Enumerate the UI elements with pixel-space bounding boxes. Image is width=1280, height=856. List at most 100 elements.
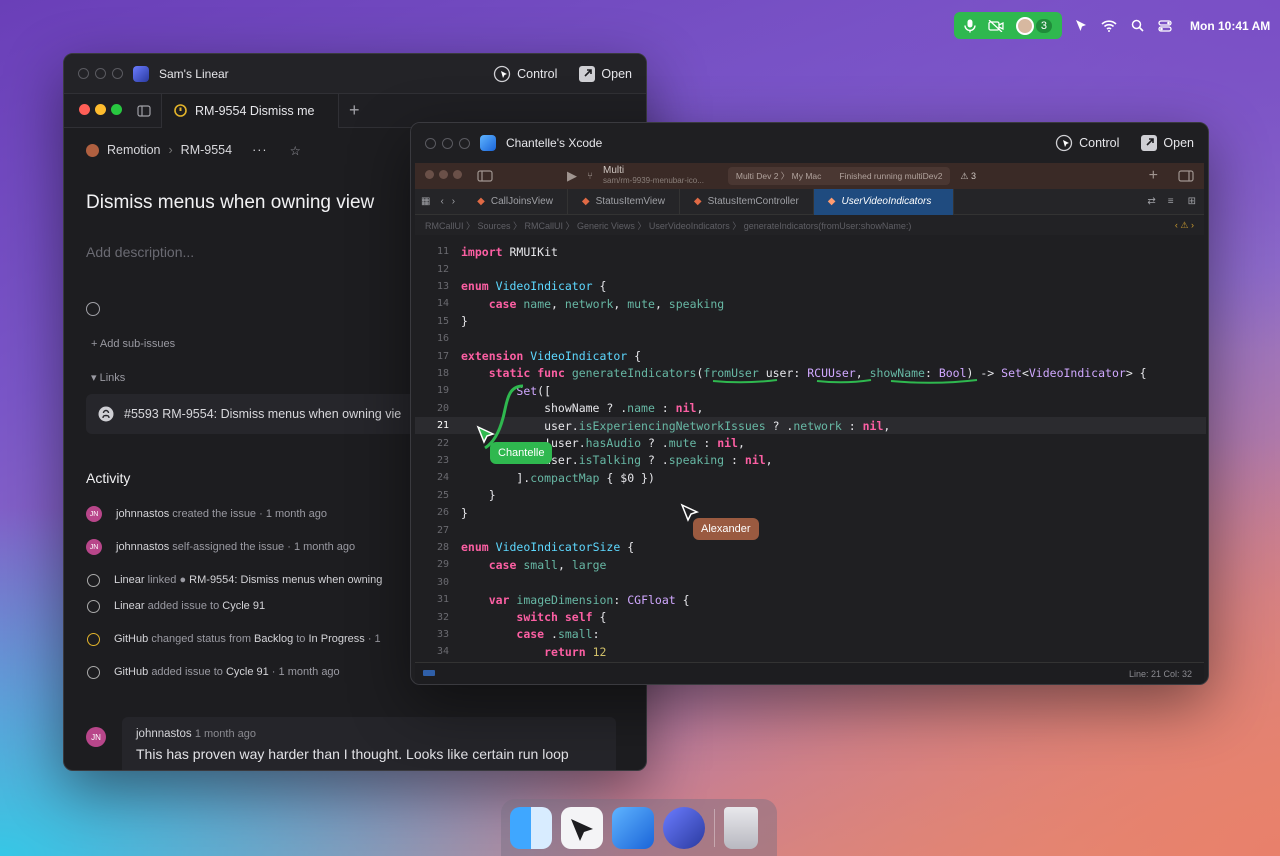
add-icon[interactable]: + xyxy=(1149,167,1158,185)
control-button[interactable]: Control xyxy=(1055,134,1119,152)
jump-bar[interactable]: RMCallUI 〉 Sources 〉 RMCallUI 〉 Generic … xyxy=(415,215,1204,235)
breadcrumb-issue[interactable]: RM-9554 xyxy=(181,143,232,157)
line-number: 27 xyxy=(436,524,449,536)
activity-actor[interactable]: johnnastos xyxy=(116,541,169,553)
traffic-lights[interactable] xyxy=(425,170,467,182)
code-line[interactable]: 31 var imageDimension: CGFloat { xyxy=(415,591,1206,608)
open-button[interactable]: Open xyxy=(1141,135,1194,151)
run-destination[interactable]: Multi Dev 2 〉 My Mac xyxy=(736,170,822,182)
code-line-current[interactable]: 21 user.isExperiencingNetworkIssues ? .n… xyxy=(415,417,1206,435)
status-to[interactable]: In Progress xyxy=(309,633,365,645)
menubar-clock[interactable]: Mon 10:41 AM xyxy=(1190,19,1270,33)
inspector-toggle-icon[interactable] xyxy=(1178,170,1194,182)
code-line[interactable]: 27 xyxy=(415,521,1206,538)
activity-actor[interactable]: GitHub xyxy=(114,633,148,645)
avatar[interactable]: JN xyxy=(86,506,102,522)
warning-icon[interactable]: ⚠ 3 xyxy=(960,171,976,182)
navigator-toggle-icon[interactable] xyxy=(477,170,493,182)
issue-navigator-icon[interactable]: ‹ ⚠ › xyxy=(1175,220,1194,231)
link-title: #5593 RM-9554: Dismiss menus when owning… xyxy=(124,407,402,421)
code-line[interactable]: 29 case small, large xyxy=(415,556,1206,573)
code-line[interactable]: 18 static func generateIndicators(fromUs… xyxy=(415,365,1206,382)
activity-actor[interactable]: GitHub xyxy=(114,666,148,678)
code-line[interactable]: 12 xyxy=(415,260,1206,277)
code-line[interactable]: 28 enum VideoIndicatorSize { xyxy=(415,539,1206,556)
tab-calljoinsview[interactable]: ◆ CallJoinsView xyxy=(463,188,568,215)
microphone-icon[interactable] xyxy=(964,19,976,33)
grid-icon[interactable]: ▦ xyxy=(415,196,436,207)
code-line[interactable]: 19 Set([ xyxy=(415,382,1206,399)
comment-author[interactable]: johnnastos xyxy=(136,728,192,740)
sidebar-toggle-icon[interactable] xyxy=(137,104,151,117)
comment-avatar[interactable]: JN xyxy=(86,727,106,747)
code-line[interactable]: 32 switch self { xyxy=(415,608,1206,625)
new-tab-icon[interactable]: + xyxy=(349,100,360,121)
tab-statusitemcontroller[interactable]: ◆ StatusItemController xyxy=(680,188,814,215)
wifi-icon[interactable] xyxy=(1100,17,1118,35)
xcode-icon[interactable] xyxy=(612,806,654,849)
reaction-icon[interactable] xyxy=(86,302,100,316)
code-line[interactable]: 17 extension VideoIndicator { xyxy=(415,347,1206,364)
participant-avatar[interactable] xyxy=(1015,16,1034,35)
code-line[interactable]: 20 showName ? .name : nil, xyxy=(415,400,1206,417)
github-icon: ● xyxy=(179,574,187,586)
tab-uservideoindicators[interactable]: ◆ UserVideoIndicators xyxy=(813,188,954,215)
window-controls[interactable] xyxy=(425,137,470,149)
dock-separator xyxy=(714,808,715,847)
forward-icon[interactable]: › xyxy=(448,196,463,207)
camera-off-icon[interactable] xyxy=(988,19,1004,32)
code-line[interactable]: 33 case .small: xyxy=(415,626,1206,643)
code-text: import RMUIKit xyxy=(461,244,558,259)
traffic-lights[interactable] xyxy=(79,102,127,120)
code-line[interactable]: 24 ].compactMap { $0 }) xyxy=(415,469,1206,486)
code-line[interactable]: 25 } xyxy=(415,487,1206,504)
back-icon[interactable]: ‹ xyxy=(436,196,447,207)
status-from[interactable]: Backlog xyxy=(254,633,293,645)
tab-label: StatusItemController xyxy=(707,196,799,207)
remotion-icon[interactable] xyxy=(561,806,603,849)
code-line[interactable]: 34 return 12 xyxy=(415,643,1206,660)
tab-statusitemview[interactable]: ◆ StatusItemView xyxy=(568,188,680,215)
window-controls[interactable] xyxy=(78,68,123,79)
lines-icon[interactable]: ≡ xyxy=(1162,196,1180,207)
avatar[interactable]: JN xyxy=(86,539,102,555)
jump-bar-path[interactable]: RMCallUI 〉 Sources 〉 RMCallUI 〉 Generic … xyxy=(425,219,911,232)
control-button[interactable]: Control xyxy=(493,65,557,83)
call-controls[interactable]: 3 xyxy=(954,12,1062,39)
activity-target[interactable]: Cycle 91 xyxy=(222,600,265,612)
console-toggle-icon[interactable] xyxy=(423,670,435,676)
activity-target[interactable]: Cycle 91 xyxy=(226,666,269,678)
tab-issue[interactable]: RM-9554 Dismiss me xyxy=(161,93,339,128)
control-label: Control xyxy=(1079,136,1120,150)
code-line[interactable]: 26} xyxy=(415,504,1206,521)
editor-options-icon[interactable]: ⊞ xyxy=(1180,196,1204,207)
activity-actor[interactable]: johnnastos xyxy=(116,508,169,520)
breadcrumb-team[interactable]: Remotion xyxy=(107,143,161,157)
control-center-icon[interactable] xyxy=(1156,17,1174,35)
code-line[interactable]: 13 enum VideoIndicator { xyxy=(415,278,1206,295)
code-text: user.isExperiencingNetworkIssues ? .netw… xyxy=(461,418,891,433)
split-icon[interactable]: ⇄ xyxy=(1141,196,1161,207)
code-line[interactable]: 11 import RMUIKit xyxy=(415,243,1206,260)
activity-viewer[interactable]: Multi Dev 2 〉 My Mac Finished running mu… xyxy=(727,167,951,185)
open-button[interactable]: Open xyxy=(579,65,632,82)
activity-actor[interactable]: Linear xyxy=(114,574,145,586)
code-line[interactable]: 15} xyxy=(415,313,1206,330)
trash-icon[interactable] xyxy=(724,806,758,849)
comment-card[interactable]: johnnastos 1 month ago This has proven w… xyxy=(122,717,616,770)
scheme-info[interactable]: Multi sam/rm-9939-menubar-ico... xyxy=(603,166,704,186)
code-line[interactable]: 14 case name, network, mute, speaking xyxy=(415,295,1206,312)
activity-actor[interactable]: Linear xyxy=(114,600,145,612)
run-icon[interactable]: ▶ xyxy=(567,168,577,184)
code-line[interactable]: 16 xyxy=(415,330,1206,347)
code-line[interactable]: 30 xyxy=(415,574,1206,591)
more-icon[interactable]: ··· xyxy=(252,143,268,157)
line-number: 30 xyxy=(436,576,449,588)
finder-icon[interactable] xyxy=(510,806,552,849)
linear-icon[interactable] xyxy=(663,806,705,849)
star-icon[interactable]: ☆ xyxy=(290,143,301,158)
activity-target[interactable]: RM-9554: Dismiss menus when owning xyxy=(189,574,382,586)
cursor-icon[interactable] xyxy=(1072,17,1090,35)
search-icon[interactable] xyxy=(1128,17,1146,35)
swift-file-icon: ◆ xyxy=(693,196,702,207)
